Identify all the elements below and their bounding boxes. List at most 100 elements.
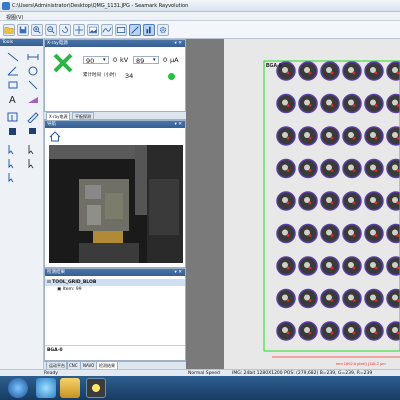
layer-tool-icon[interactable]: [26, 125, 40, 137]
ua-unit: μA: [170, 56, 179, 64]
explorer-folder-icon[interactable]: [60, 378, 80, 398]
ruler-tool-icon[interactable]: [26, 93, 40, 105]
home-icon[interactable]: [49, 131, 61, 142]
ball-marker: [330, 136, 334, 140]
line-profile-icon[interactable]: [101, 24, 113, 36]
xray-panel: X-ray电源 ▾ ✕ 90 ▾ 0 kV 89 ▾ 0 μA 累计时间（小时） …: [44, 39, 186, 112]
result-title: 检测结果: [47, 270, 65, 275]
ball-marker: [286, 234, 290, 237]
image-view[interactable]: BGA-0 mm 1892.6 pixel) (118.2 μm: [186, 39, 400, 369]
ball-marker: [286, 169, 290, 172]
settings-gear-icon[interactable]: [157, 24, 169, 36]
image-icon[interactable]: [87, 24, 99, 36]
xray-x-icon: [52, 52, 74, 74]
tree-row-root[interactable]: ⊟ TOOL_GRID_BLOB: [45, 279, 185, 286]
camera-view[interactable]: [49, 145, 183, 263]
arrow-tool-icon[interactable]: [6, 143, 20, 155]
kv-reading: 0: [113, 56, 118, 64]
ball-marker: [396, 169, 400, 172]
app-task-icon[interactable]: [86, 378, 106, 398]
ball-marker: [286, 104, 290, 107]
ball-marker: [308, 266, 312, 270]
ball-marker: [374, 104, 378, 107]
ball-marker: [352, 331, 356, 335]
ball-marker: [374, 234, 378, 237]
ball-marker: [352, 266, 356, 270]
result-divider: [45, 345, 185, 346]
monitor-icon[interactable]: [115, 24, 127, 36]
ball-marker: [396, 234, 400, 237]
measure-icon[interactable]: [129, 24, 141, 36]
arrow-move-tool-icon[interactable]: [26, 143, 40, 155]
tools-panel-title: Tools: [2, 40, 14, 45]
bga-xray-image[interactable]: BGA-0 mm 1892.6 pixel) (118.2 μm: [186, 39, 400, 369]
pointer-tool-icon[interactable]: [6, 157, 20, 169]
angle-tool-icon[interactable]: [6, 65, 20, 77]
ball-marker: [374, 71, 378, 75]
ball-marker: [330, 299, 334, 302]
time-label: 累计时间（小时）: [83, 73, 119, 78]
pan-icon[interactable]: [73, 24, 85, 36]
fill-tool-icon[interactable]: [6, 125, 20, 137]
kv-spin-icon[interactable]: ▾: [103, 57, 107, 63]
pointer-alt-tool-icon[interactable]: [26, 157, 40, 169]
ball-marker: [374, 299, 378, 302]
ua-spin-icon[interactable]: ▾: [153, 57, 157, 63]
ball-marker: [308, 299, 312, 302]
ball-marker: [396, 136, 400, 140]
ball-marker: [330, 169, 334, 172]
ball-marker: [330, 331, 334, 335]
tree-root-label: TOOL_GRID_BLOB: [52, 280, 97, 285]
ball-marker: [352, 136, 356, 140]
tab-detector[interactable]: 平板探测: [72, 112, 94, 120]
distance-tool-icon[interactable]: [26, 51, 40, 63]
xray-tabs: X-ray电源 平板探测: [44, 112, 186, 120]
tools-panel: Tools A: [0, 39, 44, 369]
cursor-tool-icon[interactable]: [6, 171, 20, 183]
navigation-header: 导航 ▾ ✕: [45, 121, 185, 128]
tab-xray[interactable]: X-ray电源: [46, 112, 71, 120]
start-orb-icon[interactable]: [8, 378, 28, 398]
ball-marker: [352, 169, 356, 172]
result-footer: BGA-0: [47, 348, 63, 353]
rotate-icon[interactable]: [59, 24, 71, 36]
time-value: 34: [125, 72, 134, 80]
zoom-out-icon[interactable]: [45, 24, 57, 36]
ball-marker: [374, 266, 378, 270]
save-icon[interactable]: [17, 24, 29, 36]
ball-marker: [308, 169, 312, 172]
rectangle-tool-icon[interactable]: [6, 79, 20, 91]
tree-item-label: Item: 99: [62, 287, 82, 292]
ball-marker: [308, 136, 312, 140]
ball-marker: [396, 299, 400, 302]
line-tool-icon[interactable]: [6, 51, 20, 63]
ball-marker: [374, 136, 378, 140]
ball-marker: [330, 266, 334, 270]
ball-marker: [308, 71, 312, 75]
ball-marker: [308, 331, 312, 335]
browser-icon[interactable]: [36, 378, 56, 398]
text-tool-icon[interactable]: A: [6, 93, 20, 106]
menu-view[interactable]: 视图(V): [6, 14, 23, 21]
ball-marker: [352, 234, 356, 237]
ball-marker: [330, 234, 334, 237]
ball-marker: [286, 136, 290, 140]
select-tool-icon[interactable]: [6, 111, 20, 123]
svg-text:A: A: [9, 95, 16, 105]
open-folder-icon[interactable]: [3, 24, 15, 36]
ball-marker: [352, 299, 356, 302]
histogram-icon[interactable]: [143, 24, 155, 36]
ball-marker: [396, 104, 400, 107]
ball-marker: [308, 104, 312, 107]
measure-label: mm 1892.6 pixel) (118.2 μm: [336, 361, 386, 366]
ball-marker: [330, 71, 334, 75]
zoom-in-icon[interactable]: [31, 24, 43, 36]
ball-marker: [286, 266, 290, 270]
tree-row-item[interactable]: ▣ Item: 99: [45, 286, 185, 293]
circle-tool-icon[interactable]: [26, 65, 40, 77]
edit-tool-icon[interactable]: [26, 111, 40, 124]
taskbar: [0, 376, 400, 400]
ball-marker: [396, 331, 400, 335]
ball-marker: [286, 331, 290, 335]
diagonal-tool-icon[interactable]: [26, 79, 40, 91]
